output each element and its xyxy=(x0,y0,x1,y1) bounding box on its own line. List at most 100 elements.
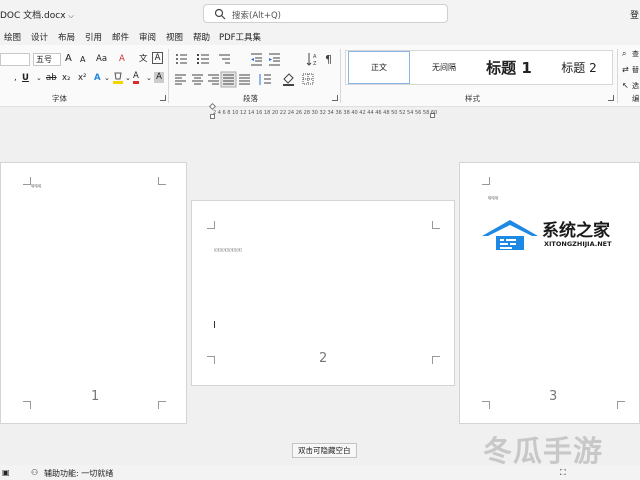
font-dialog-launcher[interactable] xyxy=(160,95,166,101)
font-group-label: 字体 xyxy=(52,94,67,103)
tab-design[interactable]: 设计 xyxy=(31,31,48,43)
pinyin-button[interactable]: 文 xyxy=(139,53,148,65)
numbering-icon xyxy=(197,54,209,64)
page-1[interactable]: 哈哈哈 1 xyxy=(0,162,187,424)
tab-view[interactable]: 视图 xyxy=(166,31,183,43)
shading-icon xyxy=(283,73,294,86)
brand-watermark-cn: 系统之家 xyxy=(542,221,610,241)
find-icon[interactable]: ⌕ xyxy=(622,48,626,60)
paragraph-toolbar[interactable]: AZ ¶ xyxy=(174,51,339,91)
accessibility-icon[interactable]: ⚇ xyxy=(31,468,38,477)
document-name: DOC 文档.docx xyxy=(0,11,66,21)
multilevel-list-icon xyxy=(219,54,230,64)
styles-gallery[interactable]: 正文 无间隔 标题 1 标题 2 xyxy=(345,50,613,85)
editing-group-label: 编 xyxy=(632,94,640,103)
select-icon[interactable]: ↖ xyxy=(622,80,629,92)
chevron-down-icon: ⌵ xyxy=(68,12,74,20)
distributed-icon xyxy=(239,74,250,85)
replace-icon[interactable]: ⇄ xyxy=(622,64,629,76)
chevron-down-icon[interactable]: ⌄ xyxy=(36,72,42,84)
tab-draw[interactable]: 绘图 xyxy=(4,31,21,43)
ribbon-tabs: 绘图 设计 布局 引用 邮件 审阅 视图 帮助 PDF工具集 xyxy=(0,28,640,45)
tab-review[interactable]: 审阅 xyxy=(139,31,156,43)
svg-text:A: A xyxy=(313,54,317,60)
styles-group-label: 样式 xyxy=(465,94,480,103)
brand-watermark-en: XITONGZHIJIA.NET xyxy=(544,240,612,248)
house-logo-icon xyxy=(482,220,538,250)
page-number: 3 xyxy=(549,389,558,404)
highlight-icon[interactable] xyxy=(112,71,124,88)
chevron-down-icon[interactable]: ⌄ xyxy=(146,72,152,84)
page-2[interactable]: 幻幻幻幻幻幻幻幻 2 xyxy=(191,200,455,386)
tab-mailings[interactable]: 邮件 xyxy=(112,31,129,43)
sort-icon: AZ xyxy=(306,53,317,67)
group-separator xyxy=(617,49,618,103)
margin-corner xyxy=(207,356,215,364)
search-placeholder: 搜索(Alt+Q) xyxy=(232,11,281,21)
focus-icon[interactable]: ⛶ xyxy=(560,468,566,478)
margin-corner xyxy=(432,356,440,364)
enclose-char-button[interactable]: A xyxy=(152,52,163,64)
page-3[interactable]: 哈哈哈 3 系统之家 XITONGZHIJIA.NET xyxy=(459,162,640,424)
select-button[interactable]: 选 xyxy=(632,80,639,92)
search-box[interactable]: 搜索(Alt+Q) xyxy=(203,4,448,23)
page-3-text: 哈哈哈 xyxy=(488,196,499,200)
tooltip: 双击可隐藏空白 xyxy=(292,443,357,458)
grow-font-button[interactable]: A xyxy=(65,53,72,65)
shrink-font-button[interactable]: A xyxy=(80,54,85,66)
chevron-down-icon[interactable]: ⌄ xyxy=(104,72,110,84)
margin-corner xyxy=(23,401,31,409)
change-case-button[interactable]: Aa xyxy=(96,53,107,65)
subscript-fragment: , xyxy=(14,73,17,83)
page-2-text: 幻幻幻幻幻幻幻幻 xyxy=(214,248,242,252)
font-size-combo[interactable]: 五号 xyxy=(33,53,61,66)
tab-layout[interactable]: 布局 xyxy=(58,31,75,43)
align-left-icon xyxy=(175,74,186,85)
svg-text:¶: ¶ xyxy=(325,53,332,66)
align-right-icon xyxy=(208,74,219,85)
font-name-combo[interactable] xyxy=(0,53,30,66)
margin-corner xyxy=(482,177,490,185)
highlighter-icon xyxy=(113,72,123,84)
brand2-watermark: 冬瓜手游 xyxy=(483,428,633,468)
margin-corner xyxy=(617,401,625,409)
margin-corner xyxy=(23,177,31,185)
search-icon xyxy=(214,8,226,20)
tab-help[interactable]: 帮助 xyxy=(193,31,210,43)
chevron-down-icon[interactable]: ⌄ xyxy=(125,72,131,84)
proofing-icon[interactable]: ▣ xyxy=(2,468,10,477)
text-effects-button[interactable]: A xyxy=(94,72,101,84)
increase-indent-icon xyxy=(269,53,280,66)
page-number: 1 xyxy=(91,389,100,404)
accessibility-status[interactable]: 辅助功能: 一切就绪 xyxy=(44,468,113,479)
strikethrough-button[interactable]: ab xyxy=(46,72,57,84)
document-title[interactable]: DOC 文档.docx ⌵ xyxy=(0,8,74,21)
margin-corner xyxy=(158,401,166,409)
find-button[interactable]: 查 xyxy=(632,48,639,60)
page-number: 2 xyxy=(319,351,328,366)
margin-corner xyxy=(158,177,166,185)
group-separator xyxy=(168,49,169,103)
group-separator xyxy=(340,49,341,103)
title-bar: DOC 文档.docx ⌵ 搜索(Alt+Q) 登 xyxy=(0,0,640,28)
styles-dialog-launcher[interactable] xyxy=(608,95,614,101)
sign-in-label[interactable]: 登 xyxy=(630,8,639,21)
clear-format-button[interactable]: A xyxy=(119,53,125,65)
char-shading-button[interactable]: A xyxy=(154,72,164,83)
style-heading-1[interactable]: 标题 1 xyxy=(474,51,544,84)
tab-pdf-tools[interactable]: PDF工具集 xyxy=(219,31,261,43)
horizontal-ruler[interactable]: 2 4 6 8 10 12 14 16 18 20 22 24 26 28 30… xyxy=(213,110,438,117)
replace-button[interactable]: 替 xyxy=(632,64,639,76)
margin-corner xyxy=(482,401,490,409)
font-color-button[interactable]: A xyxy=(133,71,139,84)
tab-references[interactable]: 引用 xyxy=(85,31,102,43)
page-1-text: 哈哈哈 xyxy=(31,184,42,188)
font-size-value: 五号 xyxy=(36,55,52,64)
style-normal[interactable]: 正文 xyxy=(348,51,410,84)
underline-button[interactable]: U xyxy=(22,72,29,84)
paragraph-dialog-launcher[interactable] xyxy=(332,95,338,101)
subscript-button[interactable]: x₂ xyxy=(62,72,70,84)
style-heading-2[interactable]: 标题 2 xyxy=(546,51,612,84)
style-no-spacing[interactable]: 无间隔 xyxy=(416,51,472,84)
superscript-button[interactable]: x² xyxy=(78,72,86,84)
